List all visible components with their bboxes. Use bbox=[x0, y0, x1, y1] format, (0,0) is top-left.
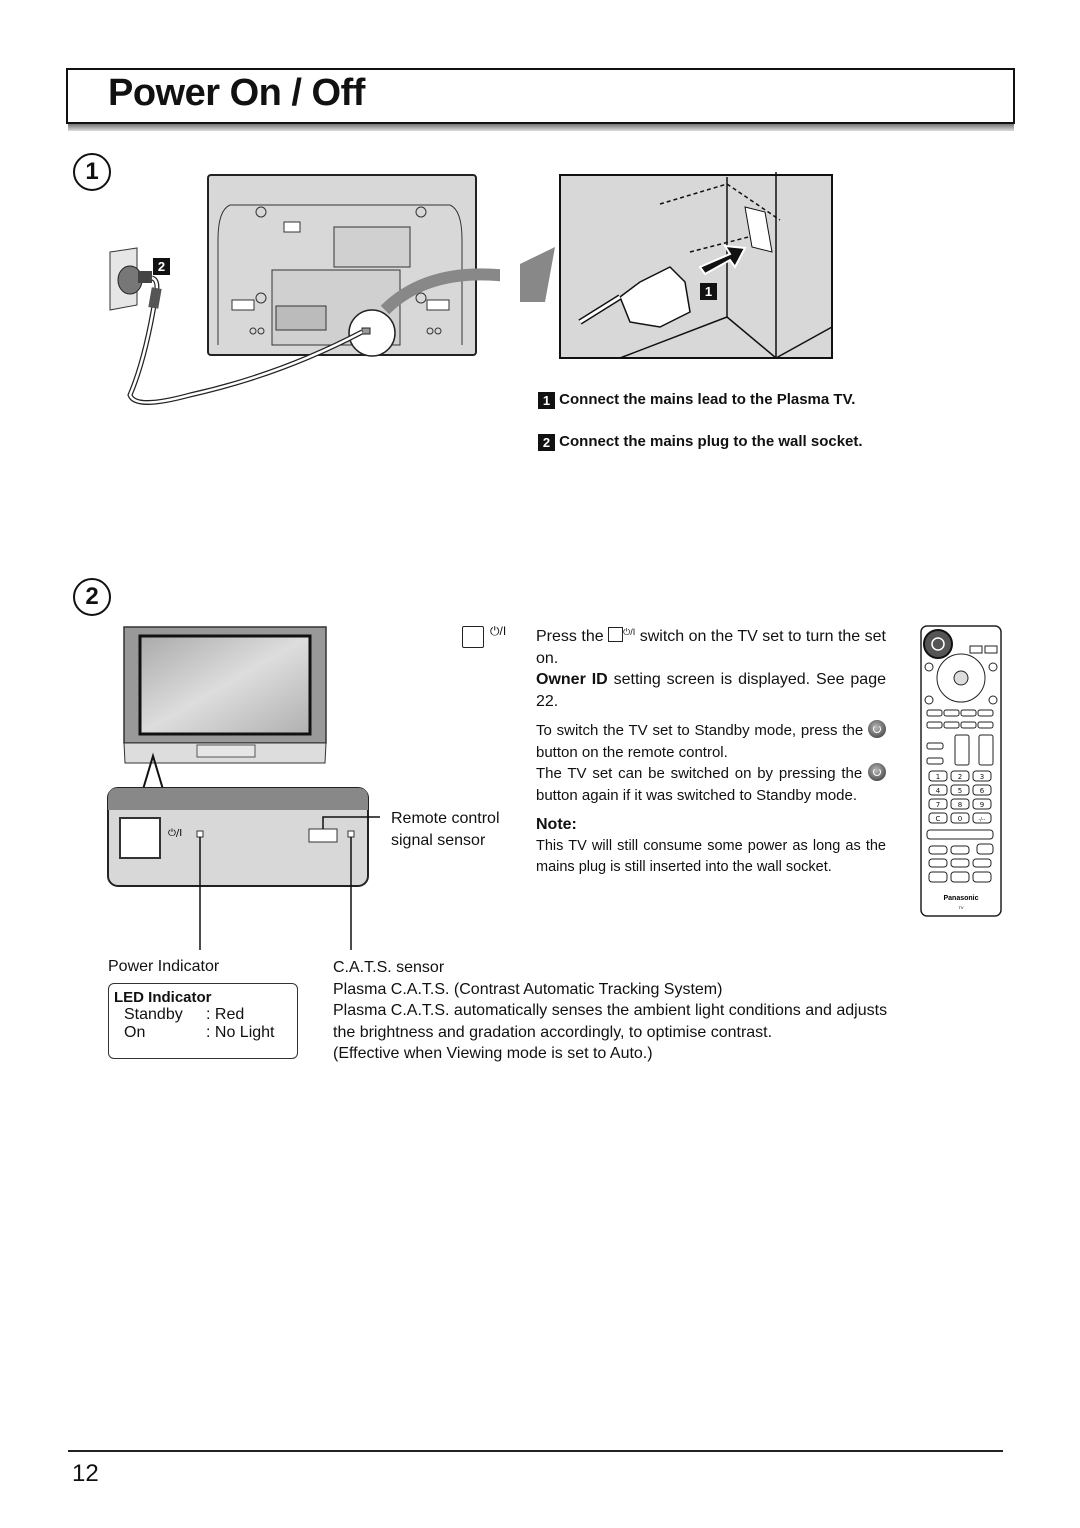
remote-key: 9 bbox=[980, 801, 984, 809]
plug-tv-badge: 1 bbox=[700, 283, 717, 300]
led-indicator-content: LED Indicator Standby: Red On: No Light bbox=[114, 989, 274, 1042]
tv-rear-connection-figure bbox=[109, 174, 500, 405]
remote-key: 0 bbox=[958, 815, 962, 823]
cats-line-3: (Effective when Viewing mode is set to A… bbox=[333, 1045, 653, 1062]
remote-key: 2 bbox=[958, 773, 962, 781]
remote-brand: Panasonic bbox=[943, 895, 978, 902]
remote-key: 6 bbox=[980, 787, 985, 795]
instruction-2-badge: 2 bbox=[538, 433, 555, 451]
front-panel-closeup-icon: ⏻/I bbox=[107, 787, 369, 887]
remote-power-inline-icon bbox=[868, 763, 886, 781]
remote-key: 5 bbox=[958, 787, 962, 795]
instruction-1-badge: 1 bbox=[538, 391, 555, 409]
paragraph-owner-id: Owner ID setting screen is displayed. Se… bbox=[536, 671, 887, 710]
instruction-1: 1 Connect the mains lead to the Plasma T… bbox=[538, 391, 855, 409]
page-number: 12 bbox=[72, 1460, 99, 1487]
cats-line-1: Plasma C.A.T.S. (Contrast Automatic Trac… bbox=[333, 980, 723, 998]
remote-control-figure: Panasonic TV 1 2 3 4 5 6 7 8 9 C 0 -/-- bbox=[920, 625, 1002, 917]
cats-sensor-label: C.A.T.S. sensor bbox=[333, 959, 445, 976]
wall-socket-icon bbox=[109, 247, 152, 311]
footer-rule bbox=[68, 1450, 1003, 1452]
tv-switch-symbol: ⏻/I bbox=[490, 624, 507, 638]
step-2-instructions: Press the ⏻/I switch on the TV set to tu… bbox=[536, 622, 886, 879]
switch-inline-icon bbox=[608, 627, 624, 642]
cats-line-2: Plasma C.A.T.S. automatically senses the… bbox=[333, 1002, 888, 1041]
panel-switch-symbol: ⏻/I bbox=[168, 828, 182, 839]
remote-sub: TV bbox=[958, 905, 963, 910]
paragraph-standby: To switch the TV set to Standby mode, pr… bbox=[536, 720, 886, 763]
tv-back-icon bbox=[207, 174, 477, 357]
tv-power-switch-icon bbox=[462, 626, 484, 648]
paragraph-press-switch: Press the ⏻/I switch on the TV set to tu… bbox=[536, 627, 887, 667]
power-indicator-label: Power Indicator bbox=[108, 958, 220, 975]
step-2-marker: 2 bbox=[73, 578, 111, 616]
remote-key: 1 bbox=[936, 773, 940, 781]
remote-sensor-label: Remote control signal sensor bbox=[391, 810, 500, 849]
remote-key: 8 bbox=[958, 801, 962, 809]
remote-key: 7 bbox=[936, 801, 940, 809]
remote-key: 3 bbox=[980, 773, 984, 781]
remote-key: C bbox=[936, 815, 941, 823]
note-title: Note: bbox=[536, 816, 577, 833]
plug-inlet-figure bbox=[520, 172, 833, 359]
tv-front-figure: ⏻/I bbox=[107, 626, 380, 950]
instruction-1-text: Connect the mains lead to the Plasma TV. bbox=[559, 391, 856, 408]
led-row-on: On: No Light bbox=[124, 1024, 275, 1041]
led-title: LED Indicator bbox=[114, 989, 212, 1006]
tv-front-icon bbox=[123, 626, 327, 764]
remote-key: 4 bbox=[936, 787, 941, 795]
instruction-2-text: Connect the mains plug to the wall socke… bbox=[559, 433, 863, 450]
plug-wall-badge: 2 bbox=[153, 258, 170, 275]
led-row-standby: Standby: Red bbox=[124, 1006, 245, 1023]
paragraph-switch-on: The TV set can be switched on by pressin… bbox=[536, 763, 886, 806]
instruction-2: 2 Connect the mains plug to the wall soc… bbox=[538, 433, 863, 451]
page-title: Power On / Off bbox=[108, 72, 365, 114]
remote-power-inline-icon bbox=[868, 720, 886, 738]
cats-description: C.A.T.S. sensor Plasma C.A.T.S. (Contras… bbox=[333, 957, 908, 1065]
remote-power-button bbox=[923, 629, 953, 659]
remote-key: -/-- bbox=[978, 817, 985, 823]
note-text: This TV will still consume some power as… bbox=[536, 837, 886, 876]
